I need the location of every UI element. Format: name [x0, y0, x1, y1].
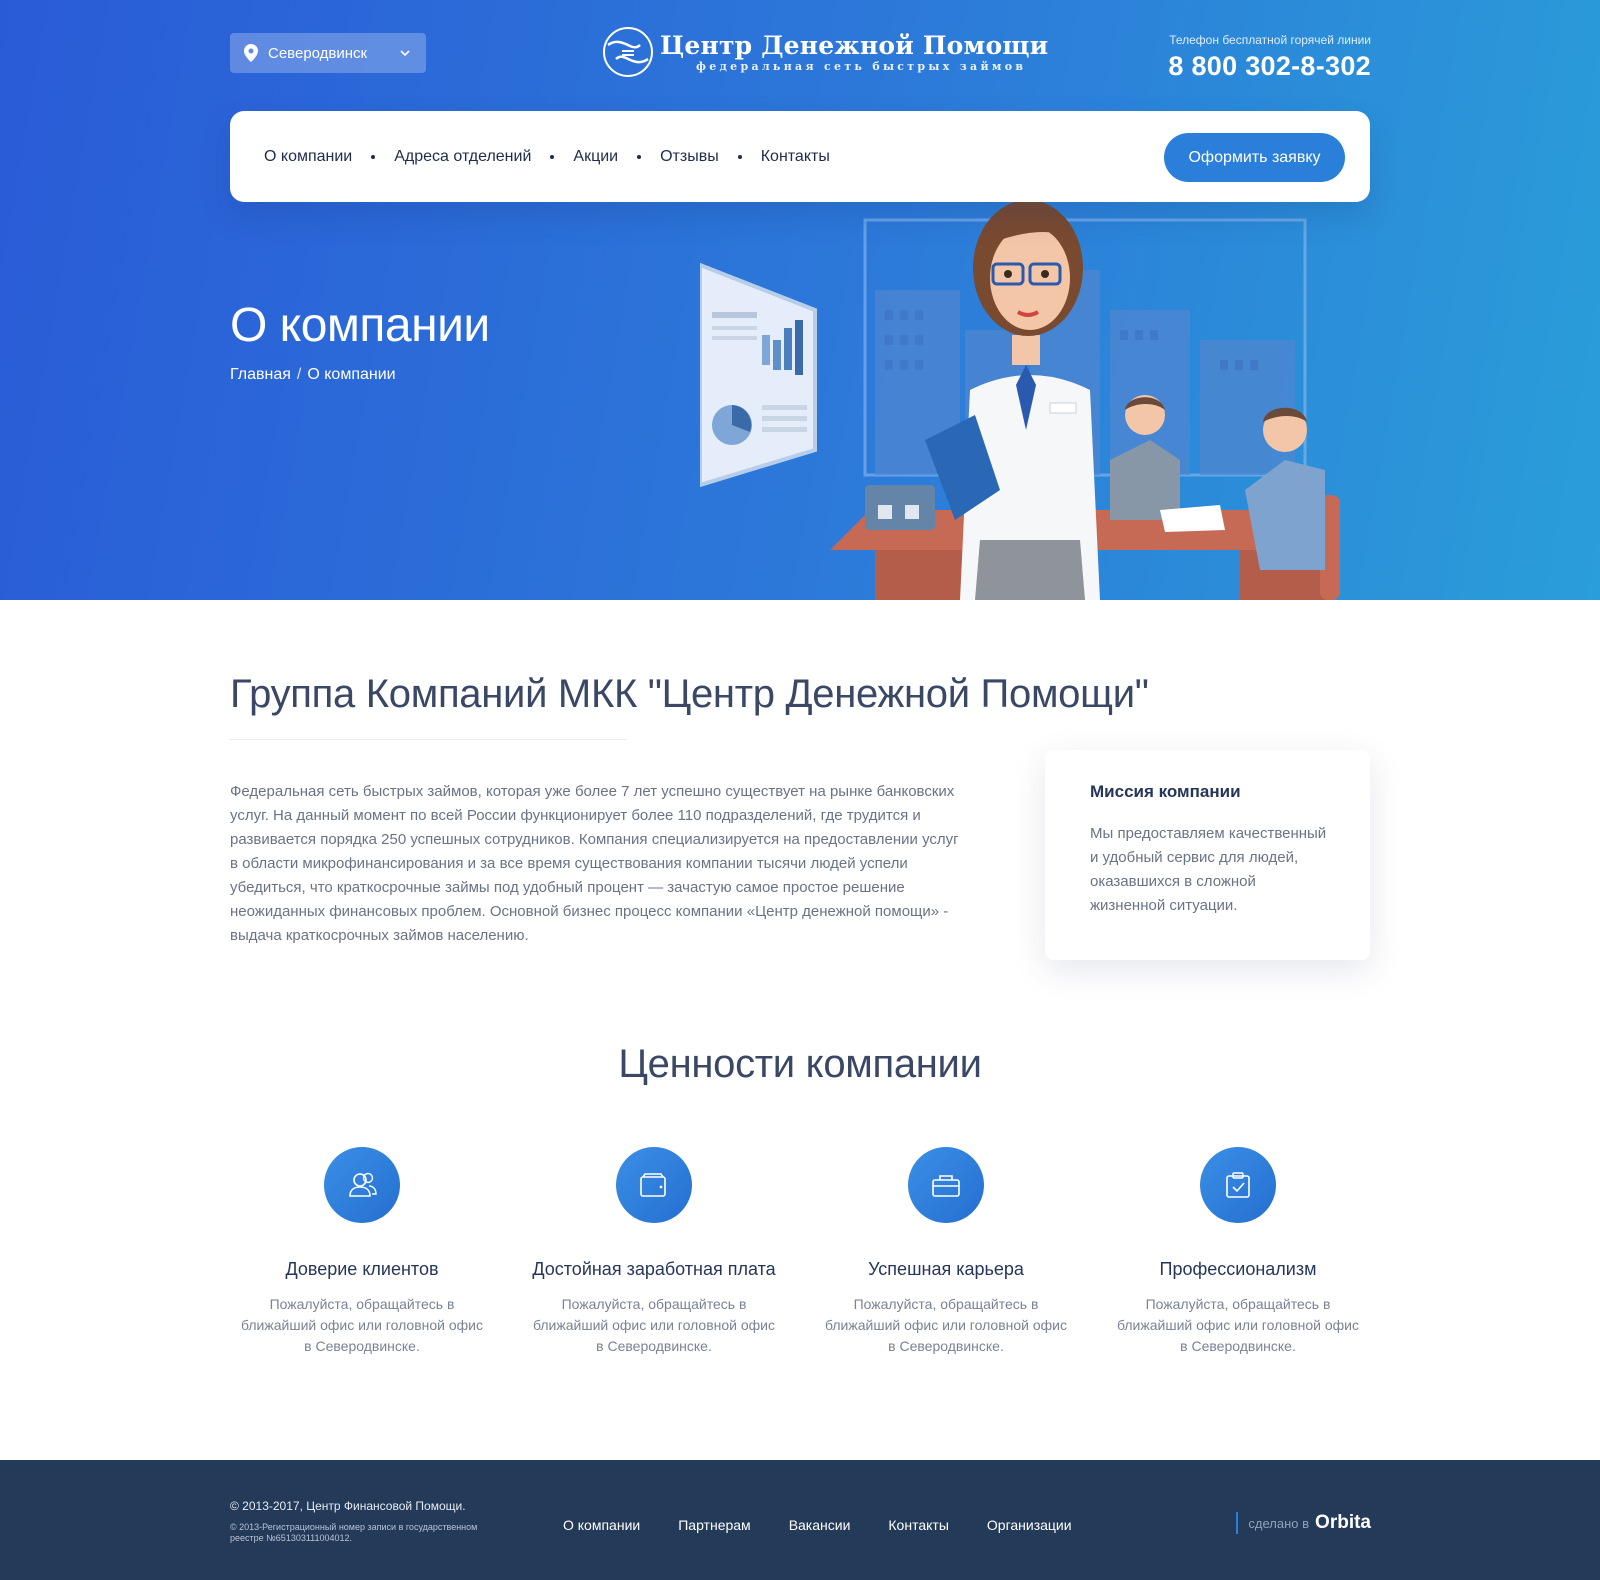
nav-item-promotions[interactable]: Акции: [573, 148, 618, 166]
city-name: Северодвинск: [268, 44, 368, 62]
mission-title: Миссия компании: [1090, 782, 1241, 801]
footer-registration: © 2013-Регистрационный номер записи в го…: [230, 1522, 478, 1543]
nav-item-about[interactable]: О компании: [264, 148, 352, 166]
value-icon-circle: [324, 1147, 400, 1223]
title-divider: [230, 739, 626, 740]
clipboard-check-icon: [1226, 1172, 1250, 1198]
location-pin-icon: [244, 44, 258, 62]
mission-card: Миссия компании Мы предоставляем качеств…: [1045, 750, 1370, 960]
mission-text: Мы предоставляем качественный и удобный …: [1090, 825, 1327, 914]
about-title: Группа Компаний МКК "Центр Денежной Помо…: [230, 672, 1149, 716]
values-title: Ценности компании: [618, 1042, 982, 1086]
breadcrumb-home-link[interactable]: Главная: [230, 366, 291, 383]
logo[interactable]: Центр Денежной Помощи федеральная сеть б…: [600, 25, 1048, 79]
footer: © 2013-2017, Центр Финансовой Помощи. © …: [0, 1460, 1600, 1580]
value-title: Успешная карьера: [868, 1259, 1024, 1279]
apply-button[interactable]: Оформить заявку: [1164, 133, 1345, 182]
value-title: Профессионализм: [1159, 1259, 1317, 1279]
wallet-icon: [640, 1173, 666, 1197]
logo-subtitle: федеральная сеть быстрых займов: [696, 59, 1027, 73]
made-by-brand: Orbita: [1315, 1512, 1371, 1533]
chevron-down-icon: [400, 50, 410, 57]
made-by[interactable]: сделано в Orbita: [1236, 1512, 1371, 1534]
value-item: Успешная карьера Пожалуйста, обращайтесь…: [800, 1147, 1092, 1357]
footer-link-about[interactable]: О компании: [563, 1517, 640, 1533]
hero-section: Северодвинск Центр Денежной Помощи федер…: [0, 0, 1600, 600]
about-text: Федеральная сеть быстрых займов, которая…: [230, 783, 959, 944]
value-icon-circle: [616, 1147, 692, 1223]
value-title: Доверие клиентов: [285, 1259, 439, 1279]
nav-separator: [637, 154, 642, 159]
breadcrumb-separator: /: [296, 366, 302, 383]
breadcrumb-current: О компании: [307, 366, 396, 383]
page-title: О компании: [230, 299, 490, 352]
nav-separator: [737, 154, 742, 159]
hotline: Телефон бесплатной горячей линии 8 800 3…: [1168, 33, 1371, 82]
footer-copyright: © 2013-2017, Центр Финансовой Помощи.: [230, 1499, 466, 1513]
footer-link-contacts[interactable]: Контакты: [888, 1517, 948, 1533]
logo-title: Центр Денежной Помощи: [660, 30, 1049, 60]
value-text: Пожалуйста, обращайтесь в ближайший офис…: [1116, 1296, 1359, 1354]
value-text: Пожалуйста, обращайтесь в ближайший офис…: [824, 1296, 1067, 1354]
value-text: Пожалуйста, обращайтесь в ближайший офис…: [532, 1296, 775, 1354]
value-item: Профессионализм Пожалуйста, обращайтесь …: [1092, 1147, 1384, 1357]
value-text: Пожалуйста, обращайтесь в ближайший офис…: [240, 1296, 483, 1354]
hotline-phone[interactable]: 8 800 302-8-302: [1168, 51, 1371, 82]
value-icon-circle: [908, 1147, 984, 1223]
nav-item-reviews[interactable]: Отзывы: [660, 148, 719, 166]
value-icon-circle: [1200, 1147, 1276, 1223]
hands-coin-logo-icon: [603, 27, 653, 77]
users-icon: [349, 1172, 377, 1197]
nav-item-contacts[interactable]: Контакты: [761, 148, 830, 166]
office-illustration: [700, 200, 1340, 600]
value-title: Достойная заработная плата: [532, 1259, 776, 1279]
nav-separator: [371, 154, 376, 159]
footer-link-organizations[interactable]: Организации: [987, 1517, 1072, 1533]
value-item: Достойная заработная плата Пожалуйста, о…: [508, 1147, 800, 1357]
value-item: Доверие клиентов Пожалуйста, обращайтесь…: [216, 1147, 508, 1357]
footer-link-vacancies[interactable]: Вакансии: [789, 1517, 851, 1533]
nav-item-offices[interactable]: Адреса отделений: [394, 148, 531, 166]
breadcrumb: Главная / О компании: [230, 366, 396, 384]
city-selector[interactable]: Северодвинск: [230, 33, 426, 73]
nav-separator: [550, 154, 555, 159]
footer-nav: О компании Партнерам Вакансии Контакты О…: [563, 1517, 1110, 1533]
briefcase-icon: [932, 1175, 960, 1197]
main-navbar: О компании Адреса отделений Акции Отзывы…: [230, 111, 1370, 202]
made-by-label: сделано в: [1248, 1515, 1310, 1531]
footer-link-partners[interactable]: Партнерам: [678, 1517, 750, 1533]
hotline-label: Телефон бесплатной горячей линии: [1169, 33, 1371, 47]
